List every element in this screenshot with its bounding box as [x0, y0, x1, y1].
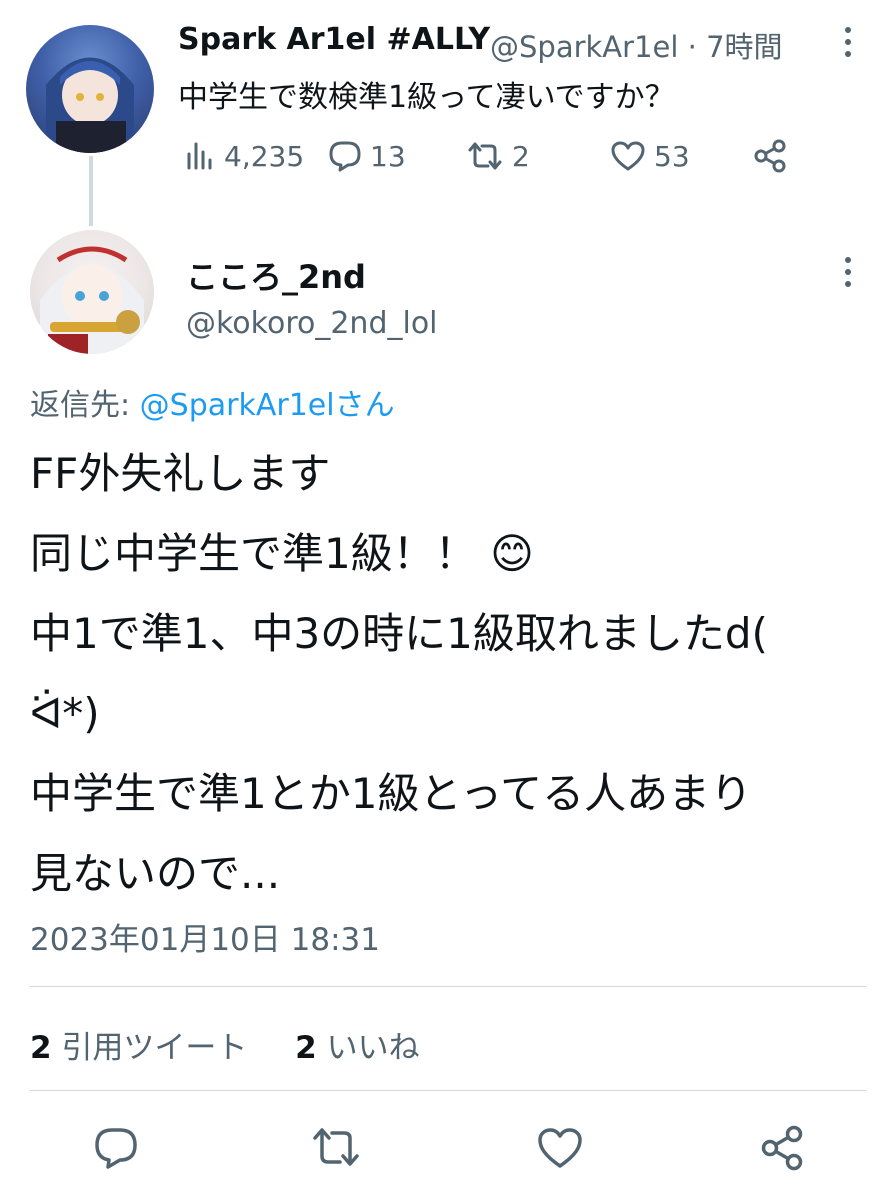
reply-to-line: 返信先: @SparkAr1elさん — [30, 380, 395, 424]
views-count: 4,235 — [224, 139, 305, 173]
thread-connector — [89, 156, 93, 226]
smiling-face-emoji: 😊 — [490, 529, 534, 578]
retweet-icon — [310, 1124, 359, 1172]
like-button[interactable] — [536, 1124, 584, 1172]
reply-stat[interactable]: 13 — [328, 136, 406, 176]
divider — [30, 1090, 866, 1091]
tweet-line: 同じ中学生で準1級！！ 😊 — [30, 529, 534, 578]
reply-icon — [92, 1124, 140, 1172]
retweet-icon — [466, 140, 504, 172]
reply-count: 13 — [370, 139, 406, 173]
parent-handle-time[interactable]: @SparkAr1el · 7時間 — [490, 24, 783, 66]
reply-button[interactable] — [92, 1124, 140, 1172]
reply-display-name[interactable]: こころ_2nd — [186, 252, 366, 298]
share-icon — [752, 138, 788, 174]
more-icon[interactable] — [838, 252, 858, 292]
like-stat[interactable]: 53 — [610, 136, 690, 176]
reply-tweet-text: FF外失礼します 同じ中学生で準1級！！ 😊 中1で準1、中3の時に1級取れまし… — [30, 434, 870, 914]
tweet-line: 中1で準1、中3の時に1級取れましたd( — [30, 609, 768, 658]
avatar-kokoro[interactable] — [30, 230, 154, 354]
share-button[interactable] — [752, 136, 788, 176]
tweet-line: FF外失礼します — [30, 449, 331, 498]
tweet-line: 見ないので... — [30, 849, 281, 898]
retweet-button[interactable] — [310, 1124, 359, 1172]
parent-display-name[interactable]: Spark Ar1el #ALLY — [178, 22, 490, 57]
like-icon — [610, 140, 646, 172]
reply-to-user-link[interactable]: @SparkAr1elさん — [140, 388, 395, 423]
divider — [30, 986, 866, 987]
avatar-spark-ariel[interactable] — [26, 25, 154, 153]
likes-link[interactable]: 2 いいね — [295, 1030, 419, 1066]
retweet-count: 2 — [512, 139, 530, 173]
like-icon — [536, 1124, 584, 1172]
like-count: 53 — [654, 139, 690, 173]
engagement-counts: 2 引用ツイート 2 いいね — [30, 1022, 420, 1067]
reply-handle[interactable]: @kokoro_2nd_lol — [186, 306, 438, 341]
quote-tweets-link[interactable]: 2 引用ツイート — [30, 1030, 247, 1066]
share-icon — [758, 1124, 806, 1172]
reply-icon — [328, 140, 362, 172]
retweet-stat[interactable]: 2 — [466, 136, 530, 176]
views-stat[interactable]: 4,235 — [184, 136, 304, 176]
tweet-timestamp[interactable]: 2023年01月10日 18:31 — [30, 914, 380, 959]
more-icon[interactable] — [838, 22, 858, 62]
reply-to-label: 返信先: — [30, 388, 140, 423]
tweet-line: ᐛ*) — [30, 689, 100, 738]
share-button[interactable] — [758, 1124, 806, 1172]
views-icon — [184, 140, 216, 172]
tweet-line: 中学生で準1とか1級とってる人あまり — [30, 769, 753, 818]
parent-tweet-text: 中学生で数検準1級って凄いですか？ — [178, 80, 675, 115]
